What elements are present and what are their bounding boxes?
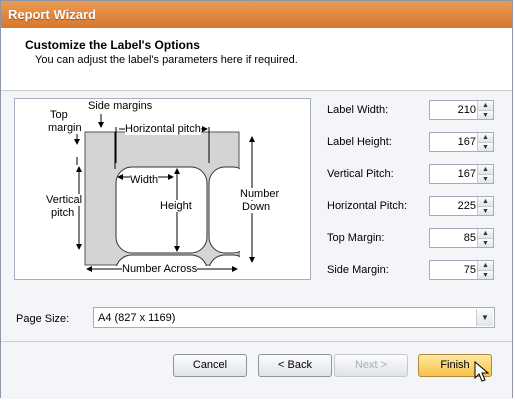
vertical-pitch-spinner[interactable]: 167 ▲ ▼ <box>429 164 494 184</box>
side-margin-spinner[interactable]: 75 ▲ ▼ <box>429 260 494 280</box>
spin-up-icon[interactable]: ▲ <box>478 165 493 174</box>
top-margin-value[interactable]: 85 <box>464 232 476 244</box>
label-height-value[interactable]: 167 <box>458 136 476 148</box>
height-label: Height <box>160 200 192 212</box>
number-label: Number <box>240 188 280 200</box>
number-across-label: Number Across <box>122 263 198 275</box>
spin-down-icon[interactable]: ▼ <box>478 270 493 279</box>
page-size-select[interactable]: A4 (827 x 1169) ▼ <box>93 307 495 328</box>
wizard-footer: Cancel < Back Next > Finish <box>1 341 512 399</box>
page-size-label: Page Size: <box>16 313 70 325</box>
spin-up-icon[interactable]: ▲ <box>478 229 493 238</box>
horizontal-pitch-spinner[interactable]: 225 ▲ ▼ <box>429 196 494 216</box>
spin-down-icon[interactable]: ▼ <box>478 206 493 215</box>
label-height-row: Label Height: 167 ▲ ▼ <box>327 132 497 152</box>
page-size-value[interactable]: A4 (827 x 1169) <box>98 312 175 324</box>
side-margin-row: Side Margin: 75 ▲ ▼ <box>327 260 497 280</box>
side-margin-field-label: Side Margin: <box>327 264 389 276</box>
top-label: Top <box>50 109 68 121</box>
spin-up-icon[interactable]: ▲ <box>478 197 493 206</box>
top-margin-field-label: Top Margin: <box>327 232 385 244</box>
window-title: Report Wizard <box>8 7 96 22</box>
label-width-row: Label Width: 210 ▲ ▼ <box>327 100 497 120</box>
spin-up-icon[interactable]: ▲ <box>478 133 493 142</box>
page-title: Customize the Label's Options <box>25 38 200 52</box>
down-label: Down <box>242 201 271 213</box>
page-subtitle: You can adjust the label's parameters he… <box>35 54 298 66</box>
horizontal-pitch-label: Horizontal pitch <box>125 123 201 135</box>
top-margin-row: Top Margin: 85 ▲ ▼ <box>327 228 497 248</box>
spin-down-icon[interactable]: ▼ <box>478 174 493 183</box>
vertical-pitch-row: Vertical Pitch: 167 ▲ ▼ <box>327 164 497 184</box>
wizard-body: Top margin Side margins Horizontal pitch… <box>1 91 512 341</box>
spin-down-icon[interactable]: ▼ <box>478 238 493 247</box>
report-wizard-window: Report Wizard Customize the Label's Opti… <box>0 0 513 399</box>
next-button[interactable]: Next > <box>334 354 408 377</box>
label-diagram: Top margin Side margins Horizontal pitch… <box>14 98 311 280</box>
horizontal-pitch-field-label: Horizontal Pitch: <box>327 200 408 212</box>
label-height-spinner[interactable]: 167 ▲ ▼ <box>429 132 494 152</box>
label-width-label: Label Width: <box>327 104 389 116</box>
label-height-label: Label Height: <box>327 136 392 148</box>
label-width-value[interactable]: 210 <box>458 104 476 116</box>
mouse-cursor-icon <box>474 361 490 382</box>
margin-label: margin <box>48 122 82 134</box>
side-margins-label: Side margins <box>88 100 153 112</box>
horizontal-pitch-value[interactable]: 225 <box>458 200 476 212</box>
vertical-label: Vertical <box>46 194 83 206</box>
back-button[interactable]: < Back <box>258 354 332 377</box>
vertical-pitch-label: Vertical Pitch: <box>327 168 394 180</box>
top-margin-spinner[interactable]: 85 ▲ ▼ <box>429 228 494 248</box>
wizard-header: Customize the Label's Options You can ad… <box>1 28 512 91</box>
label-width-spinner[interactable]: 210 ▲ ▼ <box>429 100 494 120</box>
chevron-down-icon[interactable]: ▼ <box>476 309 493 326</box>
width-label: Width <box>130 174 159 186</box>
title-bar: Report Wizard <box>1 1 512 28</box>
spin-down-icon[interactable]: ▼ <box>478 110 493 119</box>
pitch-label: pitch <box>51 207 75 219</box>
spin-down-icon[interactable]: ▼ <box>478 142 493 151</box>
spin-up-icon[interactable]: ▲ <box>478 261 493 270</box>
spin-up-icon[interactable]: ▲ <box>478 101 493 110</box>
horizontal-pitch-row: Horizontal Pitch: 225 ▲ ▼ <box>327 196 497 216</box>
cancel-button[interactable]: Cancel <box>173 354 247 377</box>
vertical-pitch-value[interactable]: 167 <box>458 168 476 180</box>
side-margin-value[interactable]: 75 <box>464 264 476 276</box>
